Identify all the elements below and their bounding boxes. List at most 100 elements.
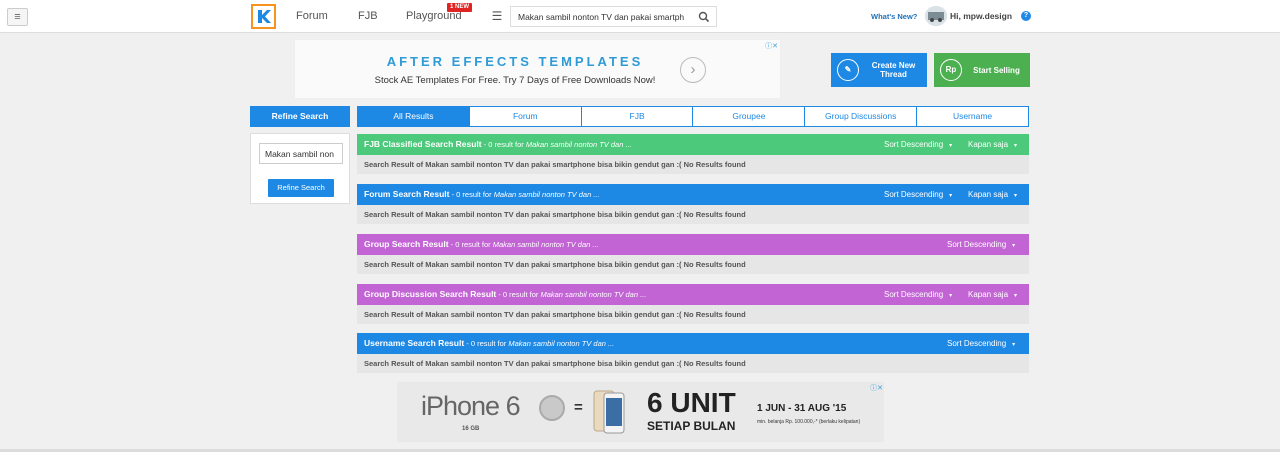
pencil-icon: ✎ bbox=[837, 59, 859, 81]
caret-down-icon: ▾ bbox=[1014, 193, 1018, 199]
help-icon[interactable]: ? bbox=[1021, 11, 1031, 21]
search-category-icon[interactable]: ☰ bbox=[490, 9, 504, 23]
result-query: Makan sambil nonton TV dan ... bbox=[493, 190, 600, 199]
username-result-section: Username Search Result - 0 result for Ma… bbox=[357, 333, 1029, 373]
result-query: Makan sambil nonton TV dan ... bbox=[508, 339, 615, 348]
sort-dropdown[interactable]: Sort Descending ▾ bbox=[947, 333, 1015, 356]
search-box bbox=[510, 6, 717, 27]
section-title: Forum Search Result bbox=[364, 189, 450, 199]
time-dropdown[interactable]: Kapan saja ▾ bbox=[968, 284, 1017, 307]
tab-all-results[interactable]: All Results bbox=[357, 106, 470, 127]
section-title: Username Search Result bbox=[364, 338, 465, 348]
hamburger-icon[interactable]: ≡ bbox=[7, 8, 28, 26]
time-label: Kapan saja bbox=[968, 190, 1009, 199]
sort-label: Sort Descending bbox=[884, 290, 944, 299]
caret-down-icon: ▾ bbox=[949, 143, 953, 149]
kaskus-logo[interactable] bbox=[251, 4, 276, 29]
ad-dates: 1 JUN - 31 AUG '15 bbox=[757, 403, 847, 414]
sort-dropdown[interactable]: Sort Descending ▾ bbox=[884, 134, 952, 157]
sort-dropdown[interactable]: Sort Descending ▾ bbox=[947, 234, 1015, 257]
caret-down-icon: ▾ bbox=[949, 193, 953, 199]
forum-result-section: Forum Search Result - 0 result for Makan… bbox=[357, 184, 1029, 224]
ad-product: iPhone 6 bbox=[421, 391, 521, 421]
time-dropdown[interactable]: Kapan saja ▾ bbox=[968, 184, 1017, 207]
section-body: Search Result of Makan sambil nonton TV … bbox=[357, 205, 1029, 224]
fjb-result-section: FJB Classified Search Result - 0 result … bbox=[357, 134, 1029, 174]
start-selling-label: Start Selling bbox=[973, 66, 1020, 75]
user-greeting[interactable]: Hi, mpw.design bbox=[950, 11, 1012, 21]
whats-new-link[interactable]: What's New? bbox=[871, 12, 917, 21]
nav-fjb[interactable]: FJB bbox=[358, 10, 378, 22]
ad-choices-icon[interactable]: ⓘ✕ bbox=[870, 383, 883, 393]
group-discussion-result-section: Group Discussion Search Result - 0 resul… bbox=[357, 284, 1029, 324]
result-tabs: All Results Forum FJB Groupee Group Disc… bbox=[357, 106, 1029, 127]
section-body: Search Result of Makan sambil nonton TV … bbox=[357, 155, 1029, 174]
search-input[interactable] bbox=[518, 10, 693, 24]
tab-username[interactable]: Username bbox=[917, 106, 1029, 127]
create-thread-label: Create New Thread bbox=[871, 61, 916, 79]
ad-subtitle: Stock AE Templates For Free. Try 7 Days … bbox=[374, 75, 656, 86]
caret-down-icon: ▾ bbox=[1012, 342, 1016, 348]
section-body: Search Result of Makan sambil nonton TV … bbox=[357, 305, 1029, 324]
create-thread-button[interactable]: ✎ Create New Thread bbox=[831, 53, 927, 87]
result-query: Makan sambil nonton TV dan ... bbox=[540, 290, 647, 299]
start-selling-button[interactable]: Rp Start Selling bbox=[934, 53, 1030, 87]
section-title: FJB Classified Search Result bbox=[364, 139, 482, 149]
new-badge: 1 NEW bbox=[447, 3, 473, 12]
avatar[interactable] bbox=[925, 6, 947, 26]
sort-label: Sort Descending bbox=[884, 190, 944, 199]
section-title: Group Discussion Search Result bbox=[364, 289, 497, 299]
time-dropdown[interactable]: Kapan saja ▾ bbox=[968, 134, 1017, 157]
caret-down-icon: ▾ bbox=[1014, 143, 1018, 149]
ad-title: AFTER EFFECTS TEMPLATES bbox=[386, 54, 644, 69]
ad-units: 6 UNIT bbox=[647, 387, 736, 418]
section-header: Group Search Result - 0 result for Makan… bbox=[357, 234, 1029, 255]
ad-equals: = bbox=[574, 399, 583, 416]
result-count: - 0 result for bbox=[496, 290, 541, 299]
caret-down-icon: ▾ bbox=[1012, 243, 1016, 249]
time-label: Kapan saja bbox=[968, 290, 1009, 299]
nav-forum[interactable]: Forum bbox=[296, 10, 328, 22]
group-result-section: Group Search Result - 0 result for Makan… bbox=[357, 234, 1029, 274]
rupiah-icon: Rp bbox=[940, 59, 962, 81]
sort-label: Sort Descending bbox=[947, 339, 1007, 348]
section-body: Search Result of Makan sambil nonton TV … bbox=[357, 255, 1029, 274]
chevron-right-icon[interactable]: › bbox=[680, 57, 706, 83]
top-navbar: ≡ Forum FJB Playground 1 NEW ☰ What's Ne… bbox=[0, 0, 1280, 33]
result-query: Makan sambil nonton TV dan ... bbox=[525, 140, 632, 149]
result-count: - 0 result for bbox=[481, 140, 526, 149]
tab-fjb[interactable]: FJB bbox=[581, 106, 694, 127]
section-body: Search Result of Makan sambil nonton TV … bbox=[357, 354, 1029, 373]
refine-search-title: Refine Search bbox=[250, 106, 350, 127]
sort-label: Sort Descending bbox=[884, 140, 944, 149]
result-query: Makan sambil nonton TV dan ... bbox=[492, 240, 599, 249]
coin-icon bbox=[539, 395, 565, 421]
ad-banner-iphone[interactable]: iPhone 6 16 GB = 6 UNIT SETIAP BULAN 1 J… bbox=[397, 382, 884, 442]
section-header: Group Discussion Search Result - 0 resul… bbox=[357, 284, 1029, 305]
result-count: - 0 result for bbox=[449, 190, 494, 199]
sort-dropdown[interactable]: Sort Descending ▾ bbox=[884, 284, 952, 307]
result-count: - 0 result for bbox=[464, 339, 509, 348]
tab-group-discussions[interactable]: Group Discussions bbox=[805, 106, 918, 127]
result-count: - 0 result for bbox=[448, 240, 493, 249]
ad-frequency: SETIAP BULAN bbox=[647, 419, 736, 433]
ad-storage: 16 GB bbox=[462, 426, 480, 432]
search-icon[interactable] bbox=[698, 11, 710, 23]
section-header: Forum Search Result - 0 result for Makan… bbox=[357, 184, 1029, 205]
tab-forum[interactable]: Forum bbox=[469, 106, 582, 127]
time-label: Kapan saja bbox=[968, 140, 1009, 149]
tab-groupee[interactable]: Groupee bbox=[693, 106, 806, 127]
caret-down-icon: ▾ bbox=[1014, 293, 1018, 299]
refine-search-button[interactable]: Refine Search bbox=[268, 179, 334, 197]
ad-banner-after-effects[interactable]: AFTER EFFECTS TEMPLATES Stock AE Templat… bbox=[294, 39, 781, 99]
ad-fine-print: min. belanja Rp. 100.000,-* (berlaku kel… bbox=[757, 419, 861, 425]
section-title: Group Search Result bbox=[364, 239, 449, 249]
section-header: FJB Classified Search Result - 0 result … bbox=[357, 134, 1029, 155]
refine-search-panel: Refine Search bbox=[250, 133, 350, 204]
iphone-image-icon bbox=[593, 390, 625, 434]
refine-search-input[interactable] bbox=[259, 143, 343, 164]
ad-choices-icon[interactable]: ⓘ✕ bbox=[765, 41, 778, 51]
caret-down-icon: ▾ bbox=[949, 293, 953, 299]
sort-dropdown[interactable]: Sort Descending ▾ bbox=[884, 184, 952, 207]
sort-label: Sort Descending bbox=[947, 240, 1007, 249]
